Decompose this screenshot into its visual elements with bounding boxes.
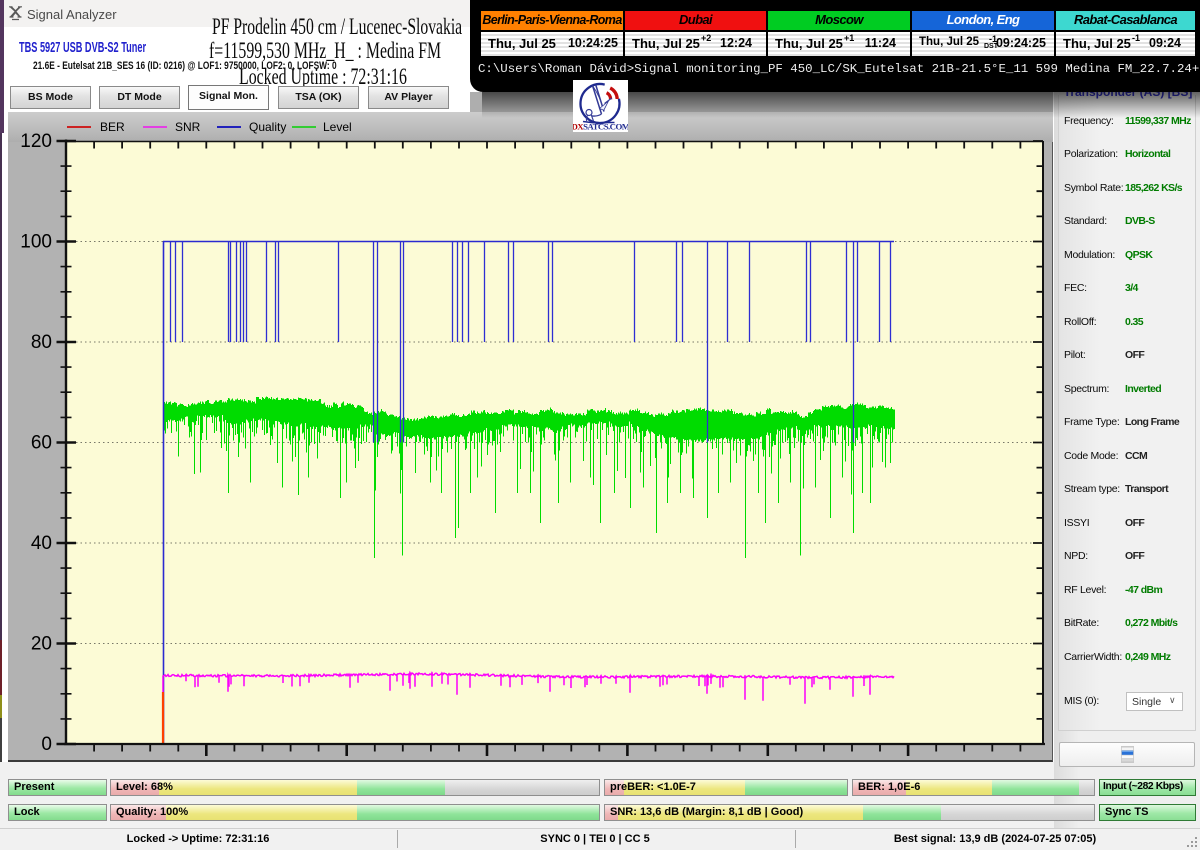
svg-text:20: 20 [31, 634, 52, 655]
svg-text:40: 40 [31, 533, 52, 554]
svg-text:0: 0 [41, 734, 52, 755]
svg-text:100: 100 [20, 232, 52, 253]
svg-text:DXSATCS.COM: DXSATCS.COM [573, 122, 628, 132]
svg-text:80: 80 [31, 332, 52, 353]
svg-text:60: 60 [31, 433, 52, 454]
svg-text:120: 120 [20, 131, 52, 152]
